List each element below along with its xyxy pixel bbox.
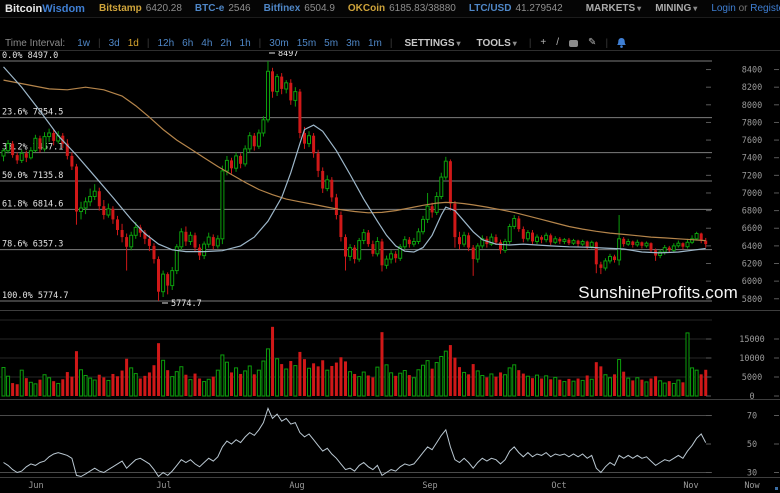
svg-text:50.0% 7135.8: 50.0% 7135.8: [2, 171, 63, 181]
tools-menu[interactable]: TOOLS▾: [477, 38, 517, 49]
svg-text:Jul: Jul: [156, 481, 171, 491]
ma-fast-line: [4, 67, 706, 253]
top-menus: MARKETS▾ MINING▾ Login or Register: [586, 3, 780, 14]
svg-text:50: 50: [747, 440, 757, 450]
svg-text:Oct: Oct: [551, 481, 566, 491]
date-axis: Jun Jul Aug Sep Oct Nov Now: [28, 481, 778, 491]
volume-bars: [2, 327, 707, 396]
chevron-down-icon: ▾: [637, 4, 641, 13]
pencil-icon[interactable]: ✎: [588, 38, 596, 48]
corner-dot: [775, 487, 778, 490]
ticker-value: 6504.9: [304, 3, 335, 14]
interval-12h[interactable]: 12h: [157, 38, 174, 49]
svg-text:Sep: Sep: [422, 481, 437, 491]
chevron-down-icon: ▾: [693, 4, 697, 13]
svg-text:Aug: Aug: [289, 481, 304, 491]
interval-1d[interactable]: 1d: [128, 38, 139, 49]
svg-text:Jun: Jun: [28, 481, 43, 491]
svg-text:8400: 8400: [742, 66, 762, 76]
interval-15m[interactable]: 15m: [297, 38, 316, 49]
svg-text:6000: 6000: [742, 277, 762, 287]
interval-6h[interactable]: 6h: [182, 38, 193, 49]
interval-selector: 1w|3d1d|12h6h4h2h1h|30m15m5m3m1m: [73, 38, 386, 49]
ticker-value: 2546: [228, 3, 250, 14]
svg-text:8200: 8200: [742, 83, 762, 93]
volume-gridlines: [0, 320, 712, 377]
svg-text:0: 0: [749, 392, 754, 402]
svg-text:5800: 5800: [742, 295, 762, 305]
svg-text:7400: 7400: [742, 154, 762, 164]
price-volume-rsi-chart[interactable]: 0.0% 8497.023.6% 7854.538.2% 7457.150.0%…: [0, 0, 780, 493]
svg-text:6200: 6200: [742, 260, 762, 270]
top-nav: BitcoinWisdom Bitstamp6420.28BTC-e2546Bi…: [0, 0, 780, 18]
time-interval-label: Time Interval:: [5, 38, 65, 49]
ticker-value: 41.279542: [515, 3, 562, 14]
svg-text:5000: 5000: [742, 373, 762, 383]
rsi-gridlines: [0, 416, 712, 473]
rsi-line: [4, 408, 706, 476]
trendline-tool-icon[interactable]: /: [556, 38, 559, 48]
svg-text:5774.7: 5774.7: [171, 299, 202, 309]
interval-30m[interactable]: 30m: [269, 38, 288, 49]
bitcoinwisdom-app: 0.0% 8497.023.6% 7854.538.2% 7457.150.0%…: [0, 0, 780, 493]
svg-text:6600: 6600: [742, 224, 762, 234]
login-link[interactable]: Login: [711, 3, 735, 14]
svg-text:100.0% 5774.7: 100.0% 5774.7: [2, 291, 69, 301]
brand-logo[interactable]: BitcoinWisdom: [5, 3, 85, 15]
interval-2h[interactable]: 2h: [220, 38, 231, 49]
ticker-okcoin[interactable]: OKCoin6185.83/38880: [348, 3, 456, 14]
svg-text:23.6% 7854.5: 23.6% 7854.5: [2, 108, 63, 118]
login-area: Login or Register: [711, 3, 780, 14]
volume-axis: 15000 10000 5000 0: [706, 335, 779, 402]
chevron-down-icon: ▾: [513, 39, 517, 48]
rsi-axis: 705030: [706, 412, 779, 479]
ticker-value: 6420.28: [146, 3, 182, 14]
ticker-bitfinex[interactable]: Bitfinex6504.9: [264, 3, 335, 14]
ticker-btc-e[interactable]: BTC-e2546: [195, 3, 251, 14]
svg-text:8000: 8000: [742, 101, 762, 111]
svg-text:7200: 7200: [742, 171, 762, 181]
svg-text:Nov: Nov: [683, 481, 698, 491]
ticker-value: 6185.83/38880: [389, 3, 456, 14]
chevron-down-icon: ▾: [457, 39, 461, 48]
interval-5m[interactable]: 5m: [324, 38, 338, 49]
fib-retracement-labels: 0.0% 8497.023.6% 7854.538.2% 7457.150.0%…: [2, 51, 69, 301]
svg-text:7800: 7800: [742, 118, 762, 128]
svg-text:78.6% 6357.3: 78.6% 6357.3: [2, 240, 63, 250]
ticker-ltc/usd[interactable]: LTC/USD41.279542: [469, 3, 563, 14]
menu-mining[interactable]: MINING▾: [655, 3, 697, 14]
svg-text:6400: 6400: [742, 242, 762, 252]
svg-text:15000: 15000: [739, 335, 765, 345]
svg-text:10000: 10000: [739, 354, 765, 364]
exchange-tickers: Bitstamp6420.28 BTC-e2546 Bitfinex6504.9 OK…: [99, 3, 576, 14]
settings-menu[interactable]: SETTINGS▾: [405, 38, 461, 49]
interval-1m[interactable]: 1m: [368, 38, 382, 49]
interval-3m[interactable]: 3m: [346, 38, 360, 49]
watermark: SunshineProfits.com: [578, 283, 738, 303]
interval-3d[interactable]: 3d: [109, 38, 120, 49]
svg-text:70: 70: [747, 412, 757, 422]
plus-icon[interactable]: +: [540, 38, 546, 48]
svg-text:61.8% 6814.6: 61.8% 6814.6: [2, 199, 63, 209]
svg-text:6800: 6800: [742, 207, 762, 217]
price-axis: 8400 8200 8000 7800 7600 7400 7200 7000 6800 6600…: [706, 66, 779, 305]
register-link[interactable]: Register: [750, 3, 780, 14]
drawing-tools: + / ✎ |: [535, 38, 631, 49]
menu-markets[interactable]: MARKETS▾: [586, 3, 641, 14]
rect-tool-icon[interactable]: [569, 40, 578, 47]
svg-text:7600: 7600: [742, 136, 762, 146]
bell-icon[interactable]: [617, 38, 626, 49]
chart-region[interactable]: 0.0% 8497.023.6% 7854.538.2% 7457.150.0%…: [0, 0, 780, 493]
chart-toolbar: Time Interval: 1w|3d1d|12h6h4h2h1h|30m15…: [0, 36, 780, 51]
svg-text:0.0% 8497.0: 0.0% 8497.0: [2, 51, 58, 61]
ticker-bitstamp[interactable]: Bitstamp6420.28: [99, 3, 182, 14]
interval-1w[interactable]: 1w: [77, 38, 90, 49]
svg-text:Now: Now: [744, 481, 760, 491]
svg-text:7000: 7000: [742, 189, 762, 199]
interval-1h[interactable]: 1h: [240, 38, 251, 49]
interval-4h[interactable]: 4h: [201, 38, 212, 49]
